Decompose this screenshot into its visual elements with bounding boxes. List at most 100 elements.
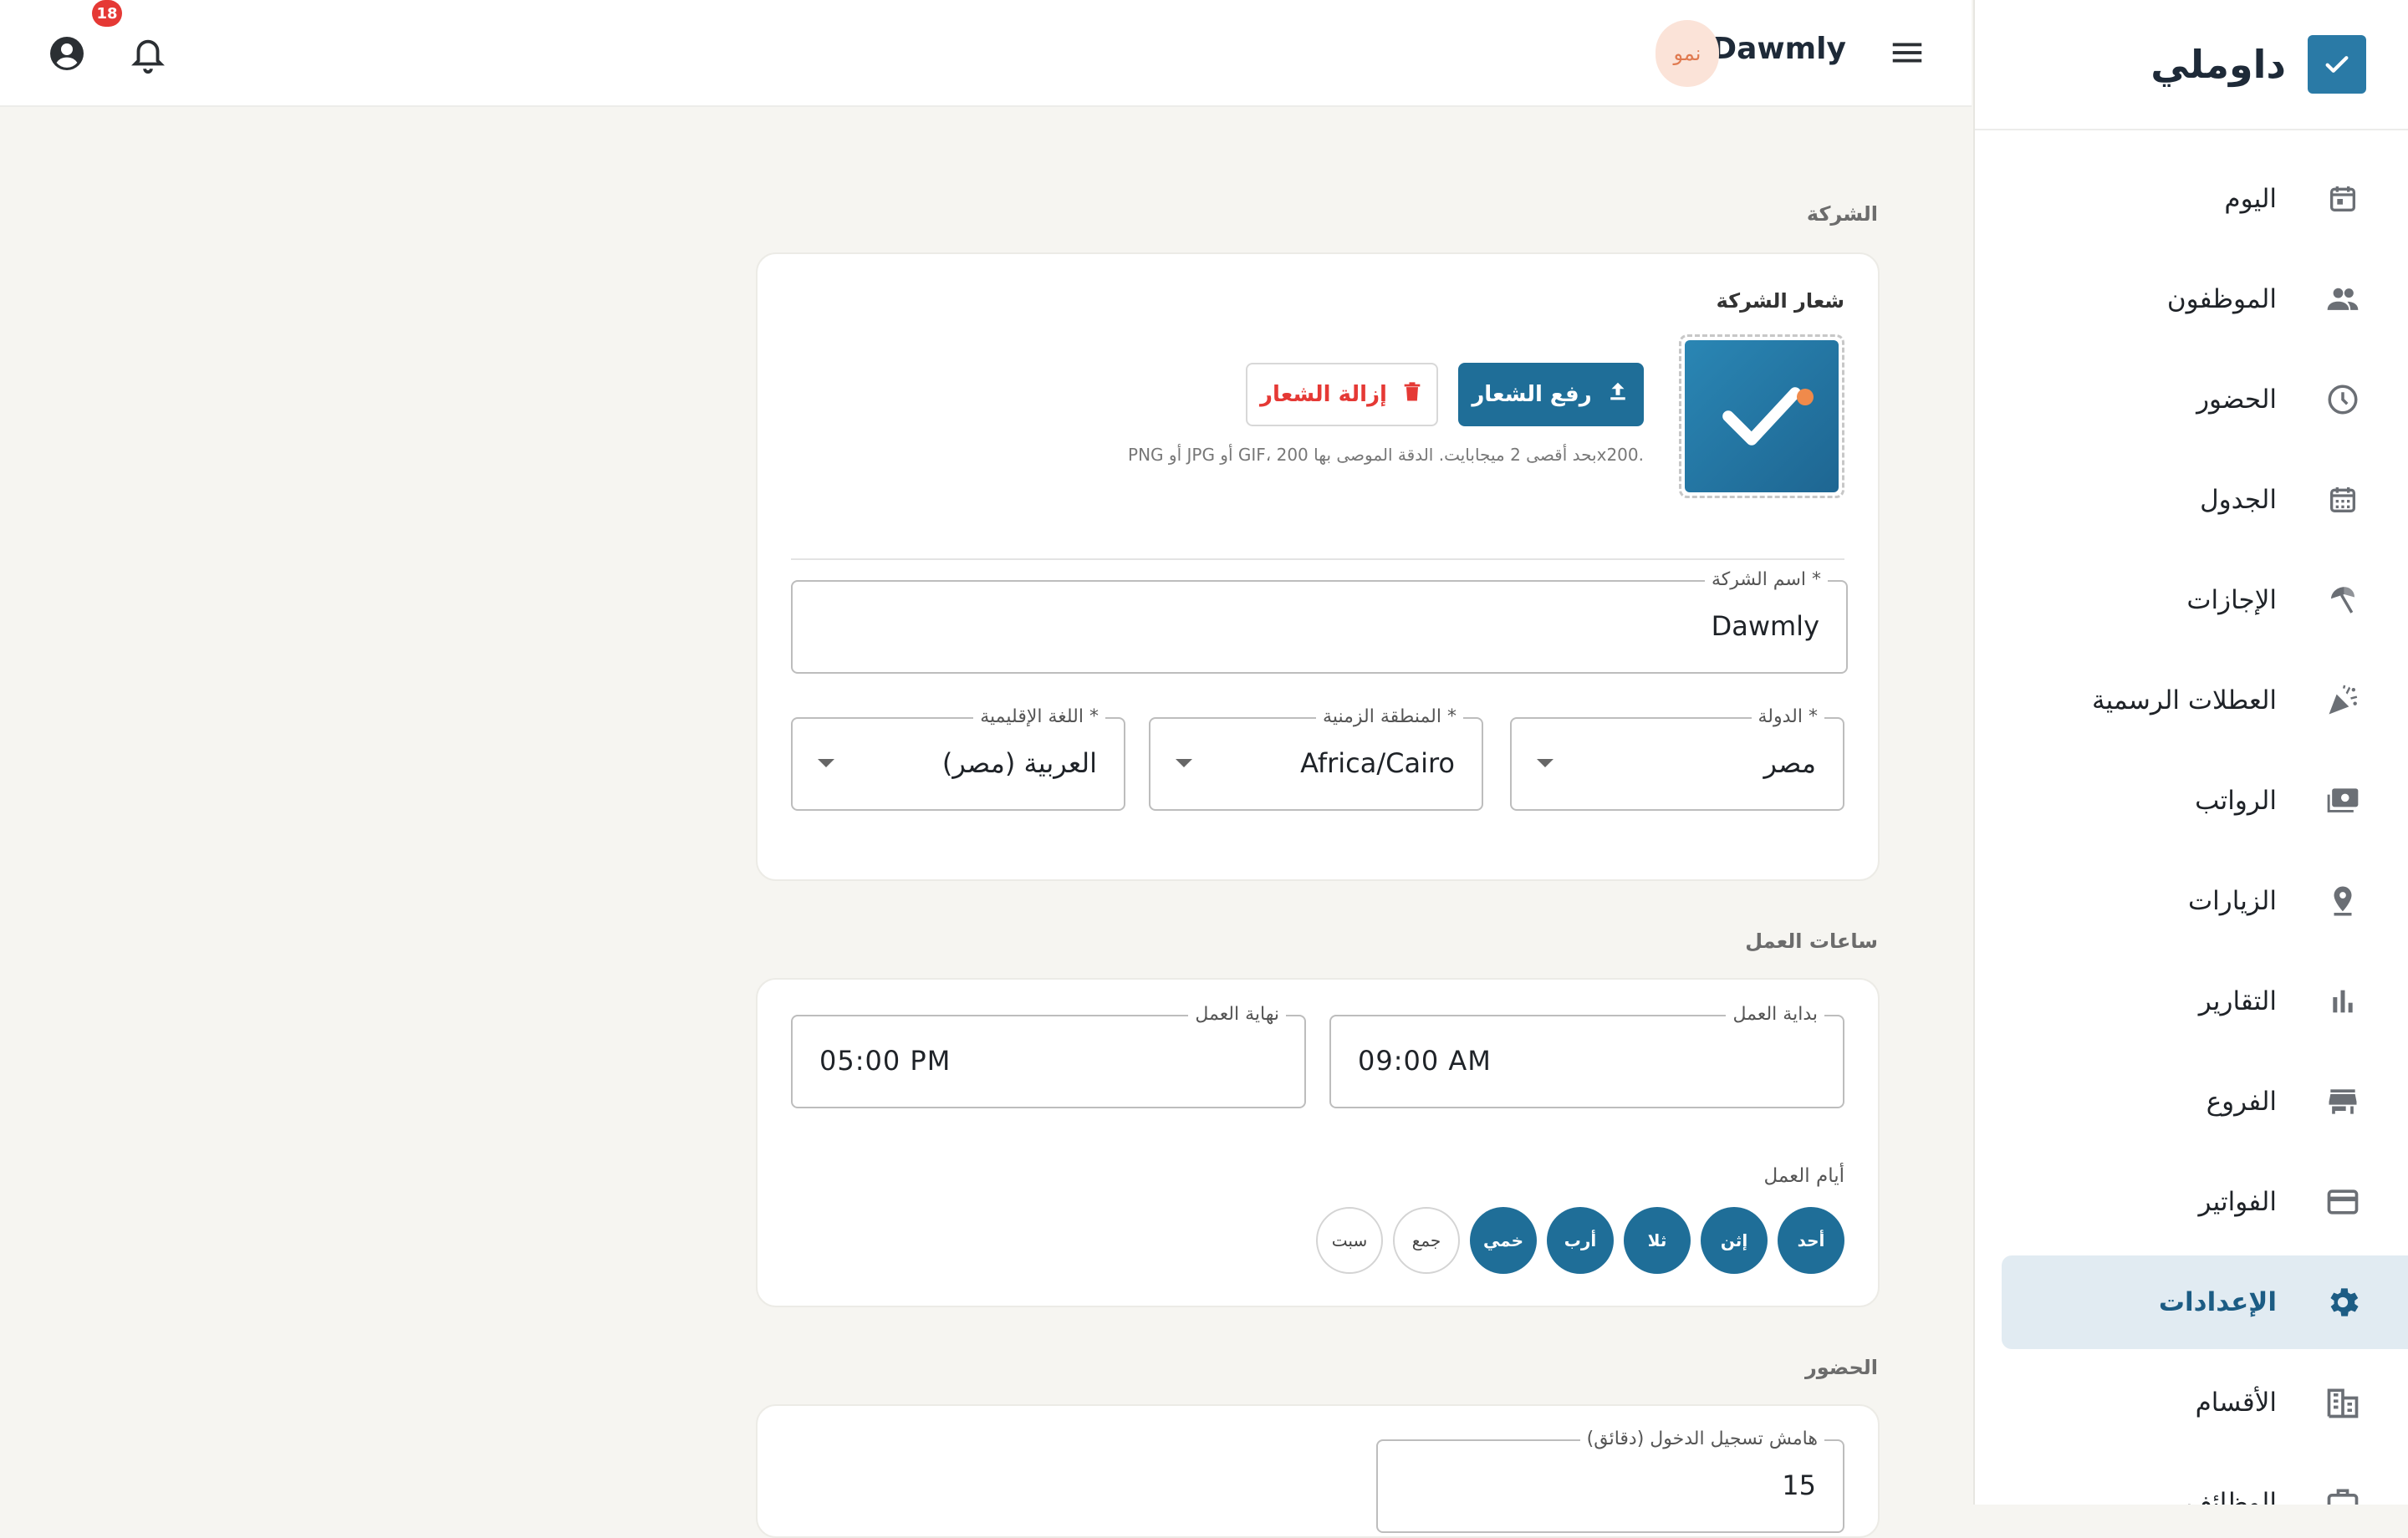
sidebar-item-invoices[interactable]: الفواتير [1975, 1155, 2408, 1249]
sidebar-item-label: الفواتير [2198, 1187, 2277, 1217]
calendar-grid-icon [2324, 481, 2362, 519]
sidebar-item-holidays[interactable]: العطلات الرسمية [1975, 654, 2408, 747]
section-title-attendance: الحضور [1804, 1356, 1878, 1379]
sidebar-item-payroll[interactable]: الرواتب [1975, 754, 2408, 848]
start-time-label: بداية العمل [1726, 1004, 1824, 1025]
sidebar-brand: داوملي [1975, 0, 2408, 130]
end-time-field[interactable]: نهاية العمل 05:00 PM [791, 1004, 1306, 1108]
logo-dropzone[interactable] [1679, 334, 1844, 498]
menu-icon[interactable] [1888, 33, 1926, 72]
app-logo [2308, 35, 2366, 94]
sidebar-item-label: الرواتب [2195, 786, 2277, 816]
sidebar-item-reports[interactable]: التقارير [1975, 955, 2408, 1048]
day-mon[interactable]: إثن [1701, 1207, 1768, 1274]
day-sun[interactable]: أحد [1778, 1207, 1844, 1274]
logo-dot [1797, 389, 1814, 405]
trash-icon [1400, 379, 1424, 410]
people-icon [2324, 280, 2362, 318]
account-icon[interactable] [47, 33, 87, 74]
domain-icon [2324, 1383, 2362, 1422]
company-name-value: Dawmly [1711, 610, 1819, 642]
sidebar: داوملي اليوم الموظفون الحضور الجدول الإج… [1973, 0, 2408, 1505]
sidebar-item-today[interactable]: اليوم [1975, 152, 2408, 246]
sidebar-item-settings[interactable]: الإعدادات [2002, 1255, 2408, 1349]
attendance-card: هامش تسجيل الدخول (دقائق) 15 [756, 1404, 1880, 1538]
notification-badge: 18 [92, 0, 122, 27]
company-name-field[interactable]: اسم الشركة * Dawmly [791, 569, 1848, 674]
sidebar-item-label: الأقسام [2195, 1388, 2277, 1418]
upload-logo-label: رفع الشعار [1472, 382, 1592, 407]
upload-logo-button[interactable]: رفع الشعار [1458, 363, 1644, 426]
bar-chart-icon [2324, 982, 2362, 1021]
section-title-company: الشركة [1806, 202, 1878, 226]
logo-hint: PNG أو JPG أو GIF، بحد أقصى 2 ميجابايت. … [1128, 445, 1644, 465]
divider [791, 558, 1844, 560]
section-title-hours: ساعات العمل [1745, 929, 1878, 953]
locale-label: اللغة الإقليمية * [973, 706, 1105, 727]
calendar-today-icon [2324, 180, 2362, 218]
hours-card: بداية العمل 09:00 AM نهاية العمل 05:00 P… [756, 978, 1880, 1307]
day-fri[interactable]: جمع [1393, 1207, 1460, 1274]
clock-icon [2324, 380, 2362, 419]
end-time-label: نهاية العمل [1188, 1004, 1286, 1025]
grace-minutes-value: 15 [1782, 1469, 1816, 1501]
top-bar: Dawmly نمو 18 [0, 0, 1972, 107]
day-tue[interactable]: ثلا [1624, 1207, 1691, 1274]
location-pin-icon [2324, 882, 2362, 920]
timezone-value: Africa/Cairo [1300, 747, 1455, 779]
sidebar-item-label: الحضور [2196, 384, 2277, 415]
start-time-field[interactable]: بداية العمل 09:00 AM [1329, 1004, 1844, 1108]
payments-icon [2324, 782, 2362, 820]
grace-minutes-field[interactable]: هامش تسجيل الدخول (دقائق) 15 [1376, 1429, 1844, 1533]
gear-icon [2324, 1283, 2362, 1322]
bell-icon[interactable] [129, 33, 167, 75]
company-card: شعار الشركة رفع الشعار إزالة الشعار PNG … [756, 252, 1880, 881]
avatar[interactable]: نمو [1656, 20, 1719, 87]
sidebar-item-label: الإعدادات [2158, 1287, 2277, 1317]
sidebar-item-jobs[interactable]: الوظائف [1975, 1456, 2408, 1505]
company-logo [1685, 340, 1839, 492]
locale-value: العربية (مصر) [941, 747, 1097, 779]
sidebar-item-label: الجدول [2200, 485, 2277, 515]
sidebar-item-label: العطلات الرسمية [2091, 685, 2277, 716]
upload-icon [1605, 379, 1630, 410]
sidebar-item-label: الزيارات [2187, 886, 2277, 916]
country-label: الدولة * [1751, 706, 1824, 727]
remove-logo-label: إزالة الشعار [1260, 382, 1387, 407]
day-sat[interactable]: سبت [1316, 1207, 1383, 1274]
chevron-down-icon [1176, 759, 1192, 767]
remove-logo-button[interactable]: إزالة الشعار [1246, 363, 1438, 426]
sidebar-item-schedule[interactable]: الجدول [1975, 453, 2408, 547]
sidebar-item-branches[interactable]: الفروع [1975, 1055, 2408, 1148]
work-days-label: أيام العمل [1763, 1165, 1844, 1187]
sidebar-item-label: الإجازات [2186, 585, 2277, 615]
company-name-label: اسم الشركة * [1704, 569, 1828, 590]
sidebar-item-attendance[interactable]: الحضور [1975, 353, 2408, 446]
sidebar-item-employees[interactable]: الموظفون [1975, 252, 2408, 346]
end-time-value: 05:00 PM [819, 1045, 951, 1077]
sidebar-item-label: الموظفون [2166, 284, 2277, 314]
locale-select[interactable]: اللغة الإقليمية * العربية (مصر) [791, 706, 1125, 811]
sidebar-item-departments[interactable]: الأقسام [1975, 1356, 2408, 1449]
briefcase-icon [2324, 1484, 2362, 1505]
credit-card-icon [2324, 1183, 2362, 1221]
chevron-down-icon [818, 759, 834, 767]
day-thu[interactable]: خمي [1470, 1207, 1537, 1274]
sidebar-item-visits[interactable]: الزيارات [1975, 854, 2408, 948]
logo-label: شعار الشركة [1716, 289, 1844, 313]
country-select[interactable]: الدولة * مصر [1510, 706, 1844, 811]
chevron-down-icon [1537, 759, 1553, 767]
sidebar-item-label: اليوم [2224, 184, 2277, 214]
app-name: داوملي [2150, 42, 2286, 87]
timezone-label: المنطقة الزمنية * [1316, 706, 1463, 727]
sidebar-item-leaves[interactable]: الإجازات [1975, 553, 2408, 647]
celebration-icon [2324, 681, 2362, 720]
day-wed[interactable]: أرب [1547, 1207, 1614, 1274]
store-icon [2324, 1082, 2362, 1121]
country-value: مصر [1763, 747, 1816, 779]
sidebar-item-label: الفروع [2206, 1087, 2277, 1117]
beach-umbrella-icon [2324, 581, 2362, 619]
timezone-select[interactable]: المنطقة الزمنية * Africa/Cairo [1149, 706, 1483, 811]
sidebar-nav: اليوم الموظفون الحضور الجدول الإجازات ال… [1975, 152, 2408, 1505]
sidebar-item-label: التقارير [2198, 986, 2277, 1016]
